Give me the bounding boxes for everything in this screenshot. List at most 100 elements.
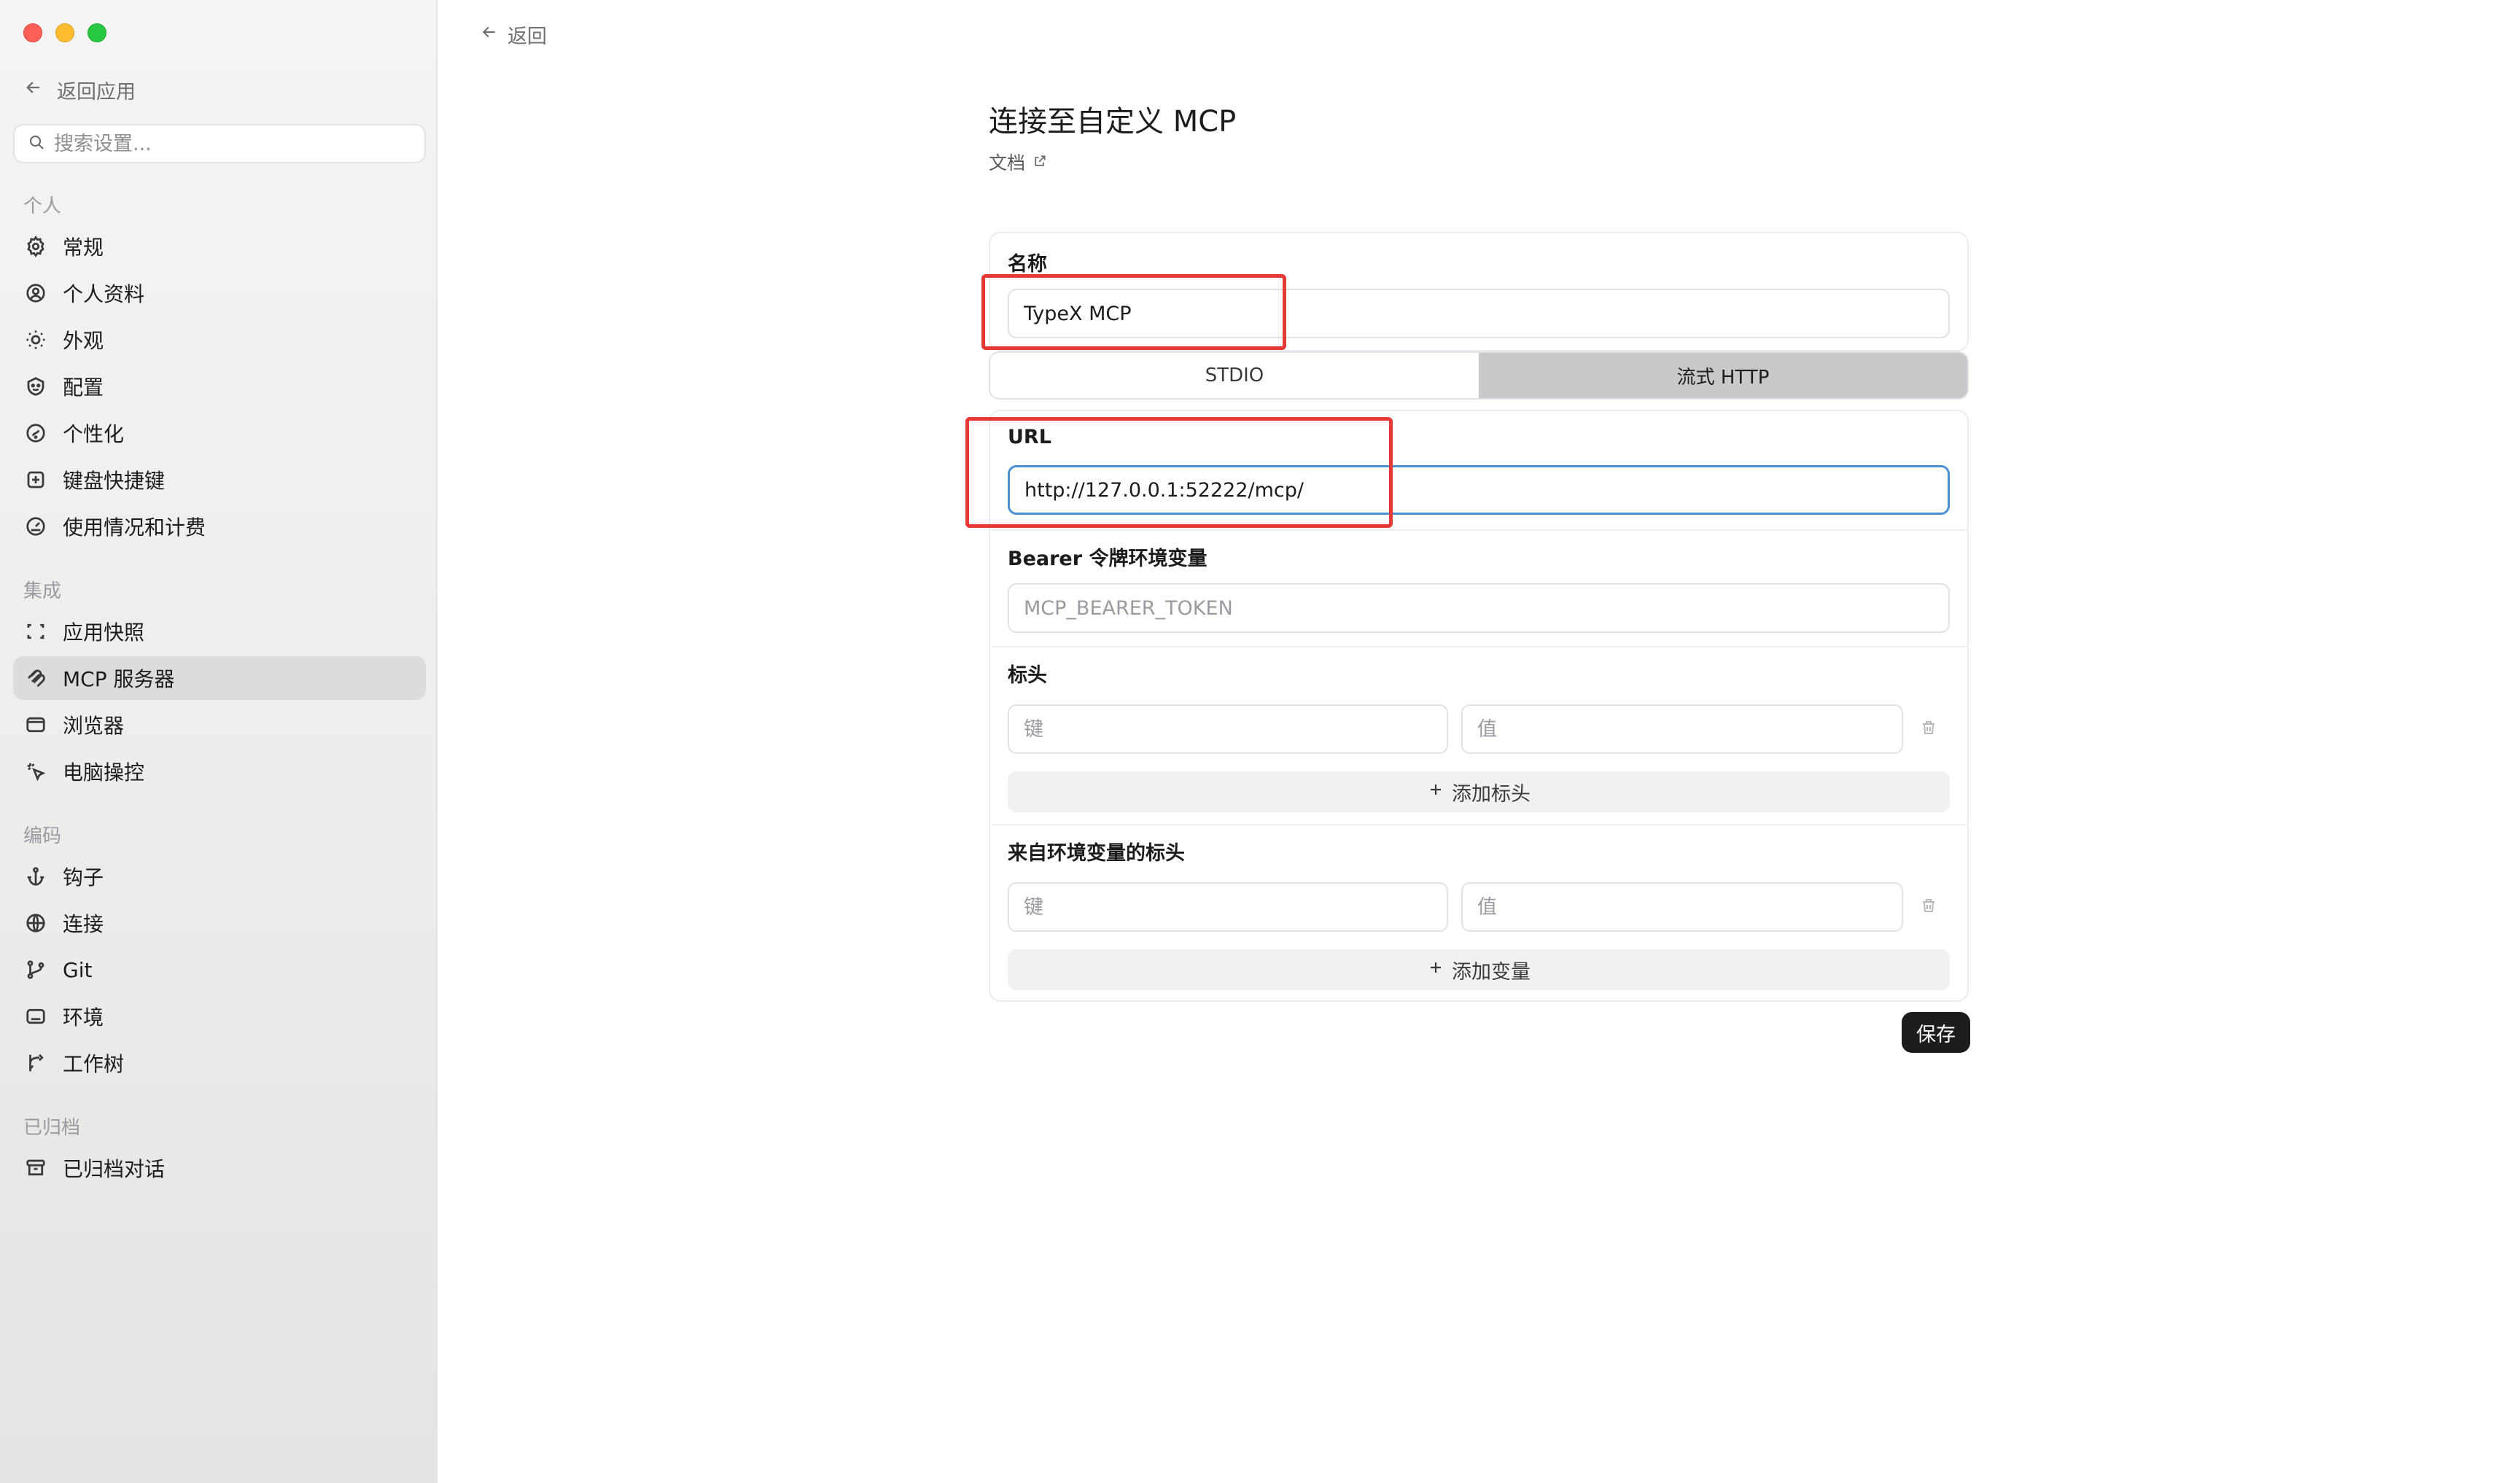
section-label-coding: 编码: [23, 825, 62, 847]
plus-icon: [1427, 781, 1444, 803]
sidebar-item-environment[interactable]: 环境: [13, 994, 426, 1038]
back-link[interactable]: 返回: [480, 20, 547, 49]
sidebar-item-label: 连接: [63, 912, 104, 936]
sidebar-item-general[interactable]: 常规: [13, 225, 426, 268]
trash-icon: [1920, 897, 1937, 917]
sidebar-item-label: MCP 服务器: [63, 667, 175, 691]
anchor-icon: [23, 864, 48, 889]
main-content: 返回 连接至自定义 MCP 文档 名称 STDIO 流式 HTTP URL Be…: [438, 0, 2520, 1483]
page-title: 连接至自定义 MCP: [989, 105, 1237, 139]
close-window-button[interactable]: [23, 23, 42, 42]
sidebar-item-label: Git: [63, 957, 93, 982]
sidebar-item-label: 工作树: [63, 1052, 125, 1076]
user-circle-icon: [23, 281, 48, 305]
back-to-app-label: 返回应用: [57, 81, 136, 104]
zoom-window-button[interactable]: [88, 23, 106, 42]
sun-icon: [23, 327, 48, 352]
sidebar-item-mcp-servers[interactable]: MCP 服务器: [13, 656, 426, 700]
archive-icon: [23, 1156, 48, 1180]
header-value-input[interactable]: [1461, 704, 1903, 754]
settings-search-input[interactable]: [54, 132, 404, 155]
section-label-integration: 集成: [23, 580, 62, 602]
name-label: 名称: [1008, 253, 1047, 276]
sidebar-item-git[interactable]: Git: [13, 948, 426, 992]
name-card: 名称: [989, 232, 1969, 351]
personalize-icon: [23, 421, 48, 445]
bearer-token-label: Bearer 令牌环境变量: [1008, 548, 1208, 570]
sidebar: 返回应用 个人 常规 个人资料 外观 配置 个性化 键盘快捷键 使用情况和计费 …: [0, 0, 438, 1483]
minimize-window-button[interactable]: [55, 23, 74, 42]
sidebar-item-appearance[interactable]: 外观: [13, 318, 426, 362]
sidebar-item-profile[interactable]: 个人资料: [13, 271, 426, 315]
settings-search[interactable]: [13, 124, 426, 163]
env-headers-label: 来自环境变量的标头: [1008, 842, 1185, 865]
arrow-left-icon: [480, 23, 499, 47]
docs-link[interactable]: 文档: [989, 149, 1047, 175]
transport-option-stdio[interactable]: STDIO: [990, 353, 1479, 398]
globe-icon: [23, 911, 48, 935]
browser-icon: [23, 712, 48, 737]
snapshot-icon: [23, 619, 48, 644]
cursor-icon: [23, 759, 48, 784]
sidebar-item-personalize[interactable]: 个性化: [13, 411, 426, 455]
connection-details-card: URL Bearer 令牌环境变量 标头 添加标头 来自环境变量的标头 添加变量: [989, 410, 1969, 1002]
delete-env-header-button[interactable]: [1918, 896, 1940, 918]
sidebar-item-label: 钩子: [63, 865, 104, 890]
sidebar-item-hooks[interactable]: 钩子: [13, 855, 426, 898]
url-input[interactable]: [1008, 465, 1950, 515]
sidebar-item-usage-billing[interactable]: 使用情况和计费: [13, 505, 426, 548]
worktree-icon: [23, 1051, 48, 1075]
env-header-value-input[interactable]: [1461, 882, 1903, 932]
back-to-app-link[interactable]: 返回应用: [23, 76, 136, 104]
add-variable-label: 添加变量: [1452, 960, 1531, 984]
divider: [992, 824, 1969, 825]
sidebar-item-label: 外观: [63, 329, 104, 353]
sidebar-item-label: 使用情况和计费: [63, 515, 206, 540]
delete-header-button[interactable]: [1918, 718, 1940, 740]
header-key-input[interactable]: [1008, 704, 1448, 754]
sidebar-item-label: 浏览器: [63, 714, 125, 738]
section-label-archived: 已归档: [23, 1117, 81, 1139]
mcp-icon: [23, 666, 48, 690]
sidebar-item-label: 已归档对话: [63, 1157, 166, 1181]
transport-option-streaming-http[interactable]: 流式 HTTP: [1479, 353, 1967, 398]
sidebar-item-app-snapshot[interactable]: 应用快照: [13, 610, 426, 653]
window-controls: [23, 23, 106, 42]
external-link-icon: [1032, 152, 1047, 173]
terminal-icon: [23, 1004, 48, 1029]
section-label-personal: 个人: [23, 195, 62, 217]
sidebar-item-config[interactable]: 配置: [13, 365, 426, 408]
bearer-token-input[interactable]: [1008, 583, 1950, 633]
plus-icon: [1427, 959, 1444, 981]
sidebar-item-browser[interactable]: 浏览器: [13, 703, 426, 747]
sidebar-item-connections[interactable]: 连接: [13, 901, 426, 945]
sidebar-item-archived-chats[interactable]: 已归档对话: [13, 1146, 426, 1190]
save-button[interactable]: 保存: [1902, 1012, 1970, 1053]
divider: [992, 646, 1969, 647]
arrow-left-icon: [23, 77, 44, 103]
gear-icon: [23, 234, 48, 259]
add-header-label: 添加标头: [1452, 782, 1531, 806]
add-variable-button[interactable]: 添加变量: [1008, 949, 1950, 990]
trash-icon: [1920, 719, 1937, 739]
config-icon: [23, 374, 48, 399]
env-header-key-input[interactable]: [1008, 882, 1448, 932]
keyboard-icon: [23, 467, 48, 492]
sidebar-item-label: 环境: [63, 1005, 104, 1029]
docs-label: 文档: [989, 152, 1026, 174]
sidebar-item-worktree[interactable]: 工作树: [13, 1041, 426, 1085]
name-input[interactable]: [1008, 289, 1950, 338]
sidebar-item-computer-control[interactable]: 电脑操控: [13, 750, 426, 793]
git-branch-icon: [23, 957, 48, 982]
sidebar-item-label: 键盘快捷键: [63, 469, 166, 493]
sidebar-item-label: 个人资料: [63, 282, 145, 306]
add-header-button[interactable]: 添加标头: [1008, 771, 1950, 812]
sidebar-item-keyboard-shortcuts[interactable]: 键盘快捷键: [13, 458, 426, 502]
sidebar-item-label: 个性化: [63, 422, 125, 446]
search-icon: [28, 133, 45, 154]
gauge-icon: [23, 514, 48, 539]
transport-segmented-control: STDIO 流式 HTTP: [989, 351, 1969, 400]
headers-label: 标头: [1008, 664, 1047, 687]
sidebar-item-label: 配置: [63, 375, 104, 400]
sidebar-item-label: 电脑操控: [63, 760, 145, 785]
